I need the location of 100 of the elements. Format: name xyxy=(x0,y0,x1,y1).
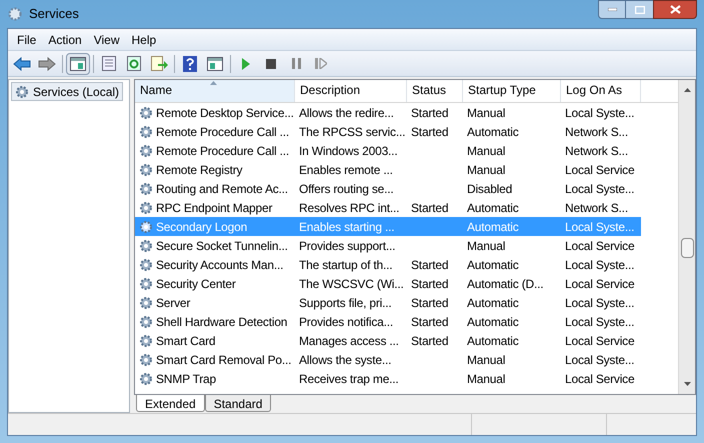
table-cell-text: Remote Procedure Call ... xyxy=(156,142,290,160)
table-cell-text: Started xyxy=(411,294,448,312)
view-tab[interactable]: Extended xyxy=(136,395,205,412)
table-row[interactable]: SNMP Trap Receives trap me... Manual Local Service xyxy=(135,369,641,388)
table-cell-text: Automatic xyxy=(467,200,519,216)
scroll-up-icon xyxy=(684,88,690,92)
back-arrow-icon xyxy=(13,56,31,70)
gear-icon xyxy=(15,84,29,98)
menu-item[interactable]: File xyxy=(11,30,42,48)
window-pane-icon xyxy=(70,56,86,70)
table-cell-text: Security Accounts Man... xyxy=(156,256,284,274)
table-cell-text: Automatic xyxy=(467,124,519,140)
table-cell-text: Started xyxy=(411,276,448,292)
table-cell-text: Network S... xyxy=(565,142,628,160)
table-row[interactable]: Smart Card Removal Po... Allows the syste... Manual Local Syste... xyxy=(135,350,641,369)
table-row[interactable]: Remote Procedure Call ... In Windows 2003... Manual Network S... xyxy=(135,141,641,160)
maximize-button[interactable] xyxy=(626,0,653,19)
table-cell-text: Remote Procedure Call ... xyxy=(156,124,290,140)
menu-item[interactable]: Help xyxy=(126,30,162,48)
table-row[interactable]: Shell Hardware Detection Provides notifica... Started Automatic Local Syste... xyxy=(135,312,641,331)
table-row[interactable]: Security Accounts Man... The startup of th... Started Automatic Local Syste... xyxy=(135,255,641,274)
table-cell-text: Automatic xyxy=(467,314,519,330)
table-cell-text: Manual xyxy=(467,352,506,368)
console-tree-button[interactable] xyxy=(66,52,90,74)
table-cell-text: Manual xyxy=(467,142,506,160)
gear-icon xyxy=(139,372,153,386)
gear-icon xyxy=(139,238,153,252)
table-row[interactable]: Smart Card Manages access ... Started Automatic Local Service xyxy=(135,331,641,350)
table-cell-text: Remote Registry xyxy=(156,162,242,178)
gear-icon xyxy=(139,220,153,234)
minimize-icon xyxy=(608,8,616,11)
gear-icon xyxy=(139,258,153,272)
table-cell-text: Local Syste... xyxy=(565,352,634,368)
table-cell-text: SNMP Trap xyxy=(156,370,216,388)
table-cell-text: Manual xyxy=(467,162,506,178)
table-cell-text: Manual xyxy=(467,370,506,388)
table-row[interactable]: RPC Endpoint Mapper Resolves RPC int... Started Automatic Network S... xyxy=(135,198,641,217)
close-button[interactable] xyxy=(653,0,697,19)
table-cell-text: Local Syste... xyxy=(565,180,634,198)
table-row[interactable]: Secure Socket Tunnelin... Provides support... Manual Local Service xyxy=(135,236,641,255)
table-cell-text: Automatic xyxy=(467,218,519,236)
table-cell-text: Supports file, pri... xyxy=(299,294,392,312)
table-cell-text: Provides support... xyxy=(299,238,396,254)
resume-icon xyxy=(315,58,327,69)
menu-item[interactable]: Action xyxy=(42,30,88,48)
gear-icon xyxy=(139,106,153,120)
scroll-down-icon xyxy=(684,382,690,386)
document-icon xyxy=(102,56,116,71)
table-cell-text: Network S... xyxy=(565,200,628,216)
gear-icon xyxy=(139,162,153,176)
close-icon xyxy=(670,5,680,14)
pause-icon xyxy=(292,58,300,69)
table-cell-text: Started xyxy=(411,256,448,274)
table-cell-text: Security Center xyxy=(156,276,236,292)
view-tab[interactable]: Standard xyxy=(204,395,272,412)
help-icon xyxy=(183,56,197,72)
table-cell-text: Remote Desktop Service... xyxy=(156,104,294,122)
table-cell-text: Manual xyxy=(467,104,506,122)
table-cell-text: Started xyxy=(411,200,448,216)
gear-icon xyxy=(139,352,153,366)
table-cell-text: Server xyxy=(156,294,190,312)
table-cell-text: Local Syste... xyxy=(565,218,634,236)
table-cell-text: Local Syste... xyxy=(565,256,634,274)
table-cell-text: Local Syste... xyxy=(565,104,634,122)
table-row[interactable]: Remote Registry Enables remote ... Manual Local Service xyxy=(135,160,641,179)
table-row[interactable]: Routing and Remote Ac... Offers routing se... Disabled Local Syste... xyxy=(135,179,641,198)
table-cell-text: Provides notifica... xyxy=(299,314,394,330)
sort-arrow-icon xyxy=(210,81,217,85)
menu-item[interactable]: View xyxy=(88,30,126,48)
table-row[interactable]: Security Center The WSCSVC (Wi... Started Automatic (D... Local Service xyxy=(135,274,641,293)
table-cell-text: Offers routing se... xyxy=(299,180,394,198)
tree-item[interactable]: Services (Local) xyxy=(11,82,124,101)
table-row[interactable]: Server Supports file, pri... Started Automatic Local Syste... xyxy=(135,293,641,312)
table-cell-text: Automatic xyxy=(467,332,519,350)
gear-icon xyxy=(139,314,153,328)
table-cell-text: Secondary Logon xyxy=(156,218,248,236)
table-cell-text: Local Syste... xyxy=(565,314,634,330)
table-cell-text: Receives trap me... xyxy=(299,370,399,388)
table-cell-text: The startup of th... xyxy=(299,256,392,274)
table-cell-text: Local Service xyxy=(565,332,634,350)
gear-icon xyxy=(139,200,153,214)
scrollbar[interactable] xyxy=(678,80,695,394)
minimize-button[interactable] xyxy=(598,0,626,19)
table-row[interactable]: Remote Procedure Call ... The RPCSS servic... Started Automatic Network S... xyxy=(135,122,641,141)
gear-icon xyxy=(139,144,153,158)
play-icon xyxy=(242,58,250,70)
table-cell-text: Enables starting ... xyxy=(299,218,394,236)
table-cell-text: In Windows 2003... xyxy=(299,142,398,160)
table-row[interactable]: Remote Desktop Service... Allows the redire... Started Manual Local Syste... xyxy=(135,103,641,122)
column-header[interactable]: Name xyxy=(135,80,295,102)
table-cell-text: Manual xyxy=(467,238,506,254)
stop-icon xyxy=(266,58,276,68)
table-cell-text: Local Service xyxy=(565,370,634,388)
window-pane-icon xyxy=(207,56,223,70)
gear-icon xyxy=(139,334,153,348)
table-cell-text: Automatic xyxy=(467,256,519,274)
table-cell-text: Started xyxy=(411,314,448,330)
gear-icon xyxy=(139,182,153,196)
scroll-thumb[interactable] xyxy=(680,238,694,258)
table-cell-text: Allows the redire... xyxy=(299,104,394,122)
